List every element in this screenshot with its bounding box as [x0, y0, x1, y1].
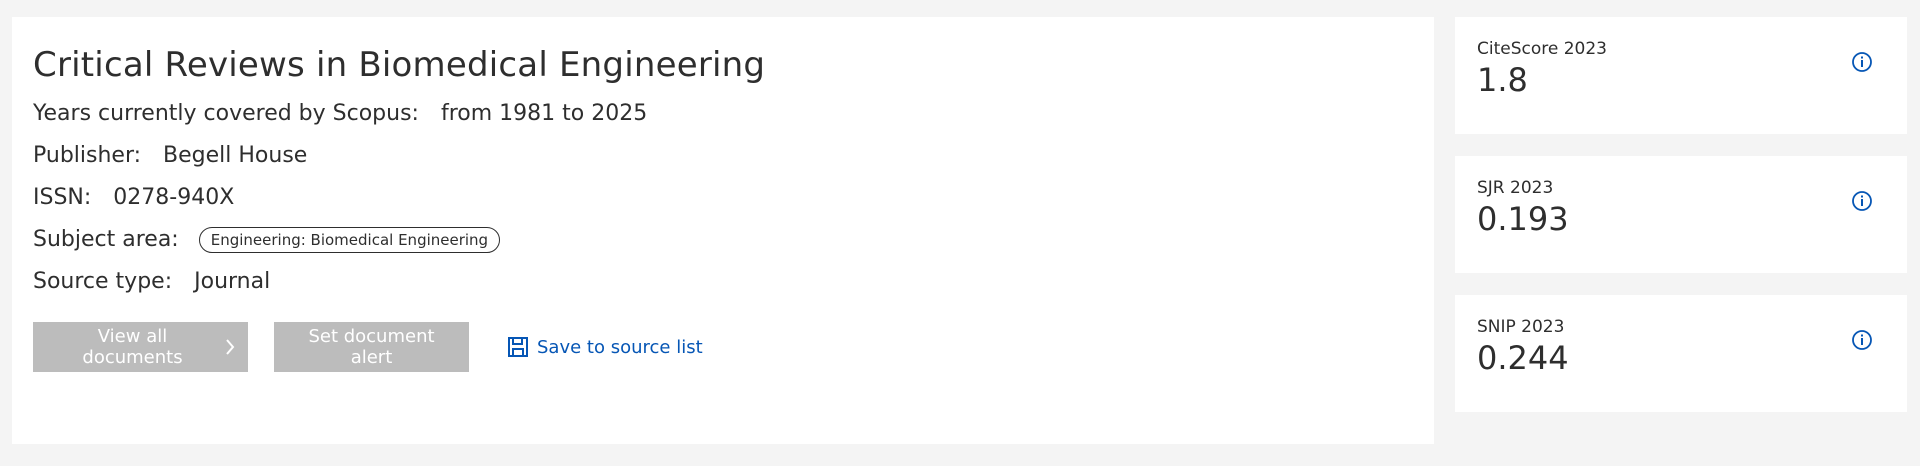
view-all-documents-button[interactable]: View all documents — [33, 322, 248, 372]
citescore-card: CiteScore 2023 1.8 — [1455, 17, 1907, 134]
chevron-right-icon — [225, 338, 235, 356]
snip-card: SNIP 2023 0.244 — [1455, 295, 1907, 412]
info-icon[interactable] — [1851, 329, 1873, 351]
sjr-value: 0.193 — [1477, 200, 1569, 238]
set-document-alert-button[interactable]: Set document alert — [274, 322, 469, 372]
snip-label: SNIP 2023 — [1477, 317, 1565, 337]
source-type-row: Source type: Journal — [33, 261, 1413, 303]
subject-area-row: Subject area: Engineering: Biomedical En… — [33, 219, 1413, 261]
view-all-documents-label: View all documents — [82, 326, 183, 368]
sjr-card: SJR 2023 0.193 — [1455, 156, 1907, 273]
years-covered-value: from 1981 to 2025 — [440, 101, 648, 126]
publisher-row: Publisher: Begell House — [33, 135, 1413, 177]
subject-area-label: Subject area: — [33, 227, 179, 252]
sjr-label: SJR 2023 — [1477, 178, 1554, 198]
issn-value: 0278-940X — [113, 185, 235, 210]
years-covered-row: Years currently covered by Scopus: from … — [33, 93, 1413, 135]
save-to-source-list-label: Save to source list — [537, 336, 703, 358]
source-type-label: Source type: — [33, 269, 173, 294]
citescore-label: CiteScore 2023 — [1477, 39, 1607, 59]
publisher-label: Publisher: — [33, 143, 142, 168]
snip-value: 0.244 — [1477, 339, 1569, 377]
info-icon[interactable] — [1851, 51, 1873, 73]
source-details-card: Critical Reviews in Biomedical Engineeri… — [12, 17, 1434, 444]
publisher-value: Begell House — [163, 143, 308, 168]
save-icon — [507, 336, 529, 358]
citescore-value: 1.8 — [1477, 61, 1528, 99]
source-title: Critical Reviews in Biomedical Engineeri… — [33, 45, 766, 85]
info-icon[interactable] — [1851, 190, 1873, 212]
save-to-source-list-link[interactable]: Save to source list — [507, 336, 703, 358]
subject-area-chip[interactable]: Engineering: Biomedical Engineering — [198, 227, 501, 253]
issn-label: ISSN: — [33, 185, 92, 210]
source-type-value: Journal — [194, 269, 271, 294]
set-document-alert-label: Set document alert — [308, 326, 435, 368]
years-covered-label: Years currently covered by Scopus: — [33, 101, 419, 126]
issn-row: ISSN: 0278-940X — [33, 177, 1413, 219]
actions-bar: View all documents Set document alert Sa… — [33, 322, 1413, 372]
